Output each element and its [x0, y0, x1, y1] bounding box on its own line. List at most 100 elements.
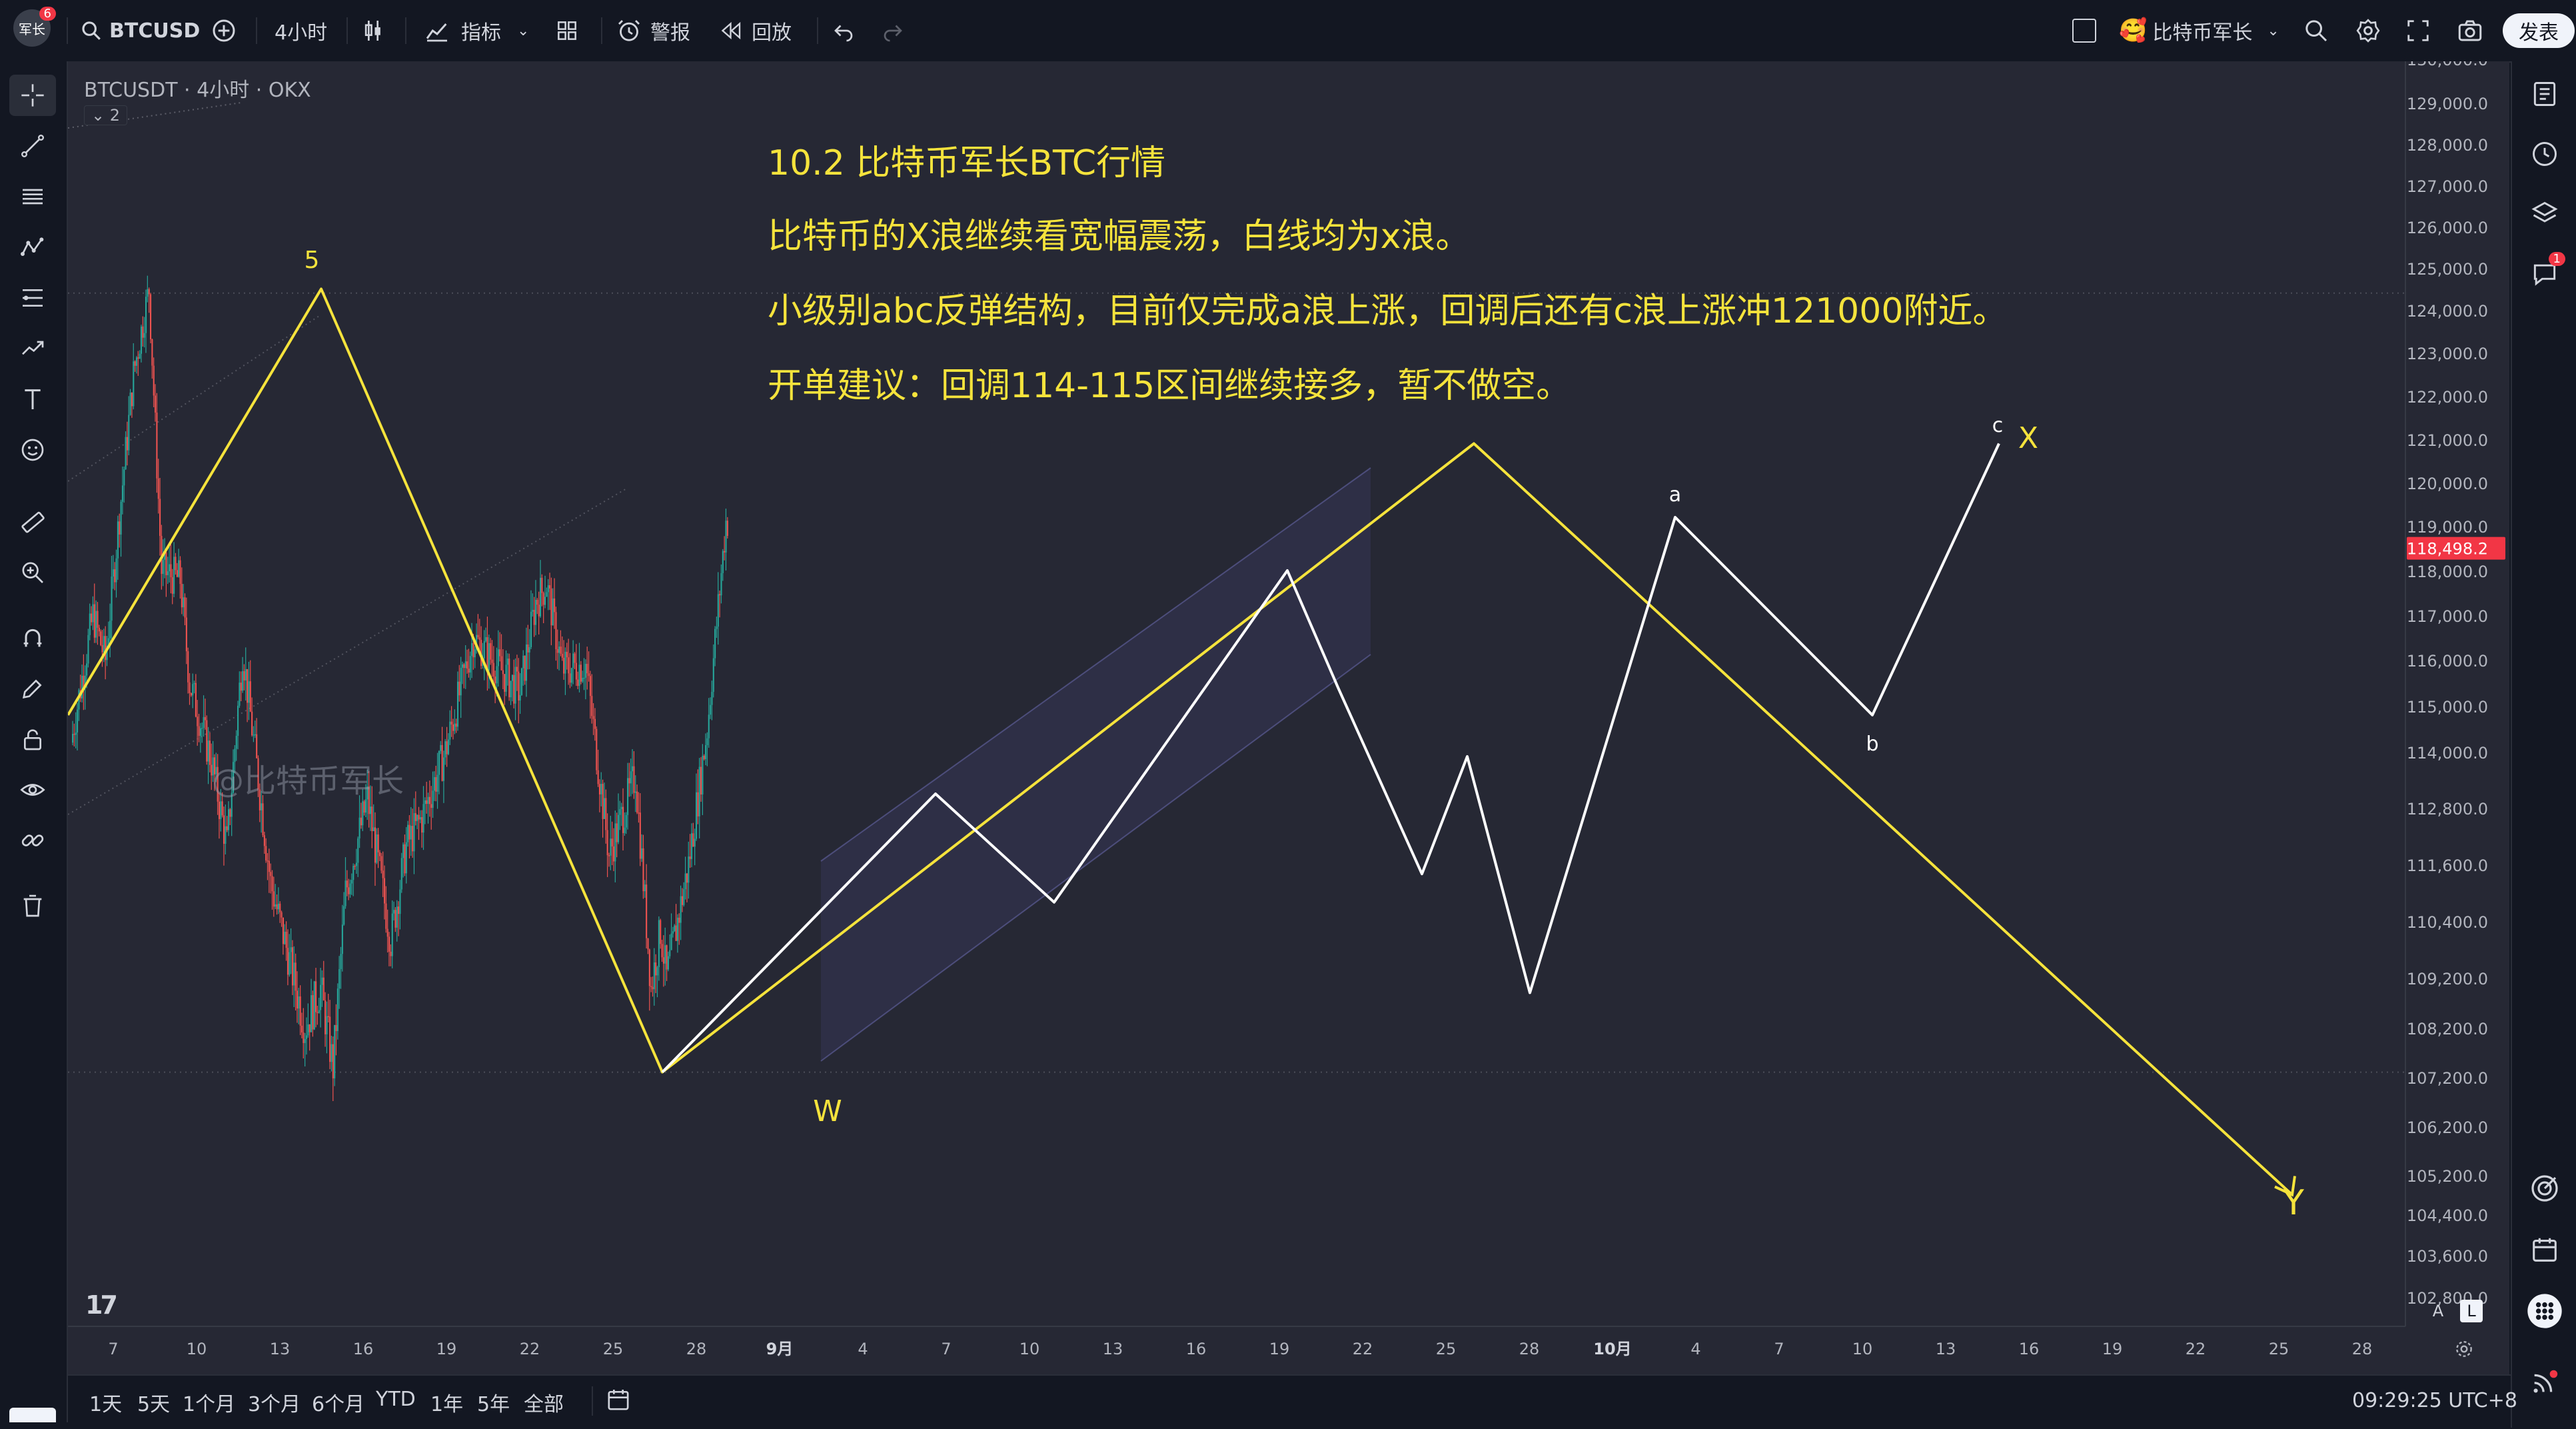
chart-type-button[interactable] [360, 15, 386, 47]
tradingview-logo-icon[interactable]: 𝟭𝟳 [85, 1290, 118, 1320]
candle-body [298, 996, 300, 1009]
crosshair-tool[interactable] [9, 75, 56, 116]
emoji-tool[interactable] [9, 429, 56, 471]
apps-button[interactable] [2521, 1288, 2568, 1334]
undo-button[interactable] [832, 15, 856, 47]
candle-body [73, 733, 75, 735]
candle-body [724, 551, 726, 553]
time-tick-label: 4 [858, 1340, 868, 1358]
watchlist-button[interactable] [2521, 71, 2568, 117]
user-avatar[interactable]: 军长 6 [13, 7, 56, 47]
compare-add-button[interactable] [211, 15, 237, 47]
candle-body [641, 848, 643, 859]
magnet-tool[interactable] [9, 617, 56, 659]
go-to-date-button[interactable] [605, 1386, 632, 1416]
fullscreen-toggle-button[interactable] [2072, 15, 2096, 47]
candle-body [536, 599, 538, 605]
legend-count: 2 [109, 106, 121, 125]
range-button[interactable]: 3个月 [248, 1388, 301, 1417]
candle-body [287, 948, 289, 975]
range-button[interactable]: 1年 [430, 1388, 463, 1417]
candle-body [193, 683, 195, 685]
candle-body [717, 594, 719, 627]
replay-button[interactable]: 回放 [720, 15, 792, 47]
magnet-icon [23, 629, 42, 647]
price-tick-label: 105,200.0 [2407, 1167, 2488, 1186]
measure-tool[interactable] [9, 501, 56, 543]
range-button[interactable]: 1天 [89, 1388, 122, 1417]
drawing-mode-tool[interactable] [9, 668, 56, 709]
candle-body [207, 740, 209, 762]
candle-body [181, 584, 183, 608]
symbol-search-button[interactable]: BTCUSD [80, 15, 200, 47]
sync-drawings-tool[interactable] [9, 820, 56, 861]
candle-body [199, 728, 201, 736]
account-menu-button[interactable]: 🥰 比特币军长 ⌄ [2119, 15, 2279, 47]
alerts-panel-button[interactable] [2521, 131, 2568, 177]
account-name: 比特币军长 [2152, 21, 2253, 45]
object-tree-button[interactable] [2521, 191, 2568, 237]
hide-toolbar-handle[interactable] [9, 1408, 56, 1422]
range-button[interactable]: 全部 [524, 1388, 564, 1417]
chart-pane[interactable]: 5 Wa b cX Y 129,000.0 128,000.0 127,000.0 126,0… [68, 61, 2509, 1374]
time-axis-settings-button[interactable] [2453, 1338, 2475, 1362]
fullscreen-button[interactable] [2405, 15, 2431, 47]
lock-drawings-tool[interactable] [9, 718, 56, 760]
forecast-tool[interactable] [9, 328, 56, 369]
candle-body [486, 637, 488, 671]
layout-button[interactable] [554, 15, 580, 47]
candle-body [686, 873, 688, 883]
horizontal-lines-tool[interactable] [9, 176, 56, 217]
price-tick-label: 110,400.0 [2407, 913, 2488, 932]
candle-body [630, 771, 632, 784]
settings-button[interactable] [2355, 15, 2381, 47]
quick-search-button[interactable] [2303, 15, 2329, 47]
remove-drawings-tool[interactable] [9, 885, 56, 926]
candle-body [588, 673, 590, 677]
candle-body [435, 777, 437, 792]
calendar-button[interactable] [2521, 1226, 2568, 1273]
text-tool[interactable] [9, 379, 56, 420]
candle-body [464, 661, 466, 669]
zoom-in-tool[interactable] [9, 552, 56, 593]
time-tick-label: 4 [1690, 1340, 1700, 1358]
publish-button[interactable]: 发表 [2503, 13, 2575, 48]
target-button[interactable] [2521, 1165, 2568, 1212]
candle-body [454, 723, 456, 731]
trend-line-tool[interactable] [9, 125, 56, 167]
range-button[interactable]: 5天 [137, 1388, 170, 1417]
range-button[interactable]: YTD [376, 1388, 416, 1411]
candle-body [117, 521, 119, 559]
candle-body [497, 649, 499, 667]
candle-body [440, 744, 442, 751]
chats-button[interactable]: 1 [2521, 251, 2568, 297]
candle-body [263, 835, 265, 846]
price-chart[interactable]: 5 Wa b c X Y 129,000.0 128,000.0 127,000.0 126,0… [68, 61, 2509, 1374]
candle-body [634, 791, 636, 793]
range-button[interactable]: 6个月 [312, 1388, 364, 1417]
candle-body [510, 681, 512, 698]
candle-body [725, 521, 727, 553]
fib-tool[interactable] [9, 277, 56, 319]
candle-body [93, 604, 95, 638]
clock-timezone[interactable]: 09:29:25 UTC+8 [2352, 1389, 2517, 1412]
range-button[interactable]: 5年 [477, 1388, 510, 1417]
indicators-button[interactable]: 指标 ⌄ [424, 15, 529, 47]
streams-button[interactable] [2521, 1358, 2568, 1405]
pattern-tool[interactable] [9, 227, 56, 268]
interval-button[interactable]: 4小时 [275, 15, 327, 47]
candle-body [639, 812, 641, 859]
redo-button[interactable] [881, 15, 905, 47]
candle-body [120, 501, 122, 535]
candle-body [354, 866, 356, 867]
alerts-button[interactable]: 警报 [616, 15, 690, 47]
hide-drawings-tool[interactable] [9, 769, 56, 810]
screenshot-button[interactable] [2456, 15, 2484, 47]
log-scale-button[interactable]: L [2460, 1300, 2483, 1322]
legend-collapse-toggle[interactable]: ⌄ 2 [84, 105, 128, 125]
range-button[interactable]: 1个月 [183, 1388, 235, 1417]
candle-body [460, 667, 462, 696]
auto-scale-button[interactable]: A [2427, 1300, 2449, 1322]
candle-body [530, 611, 532, 647]
time-tick-label: 10 [1852, 1340, 1873, 1358]
